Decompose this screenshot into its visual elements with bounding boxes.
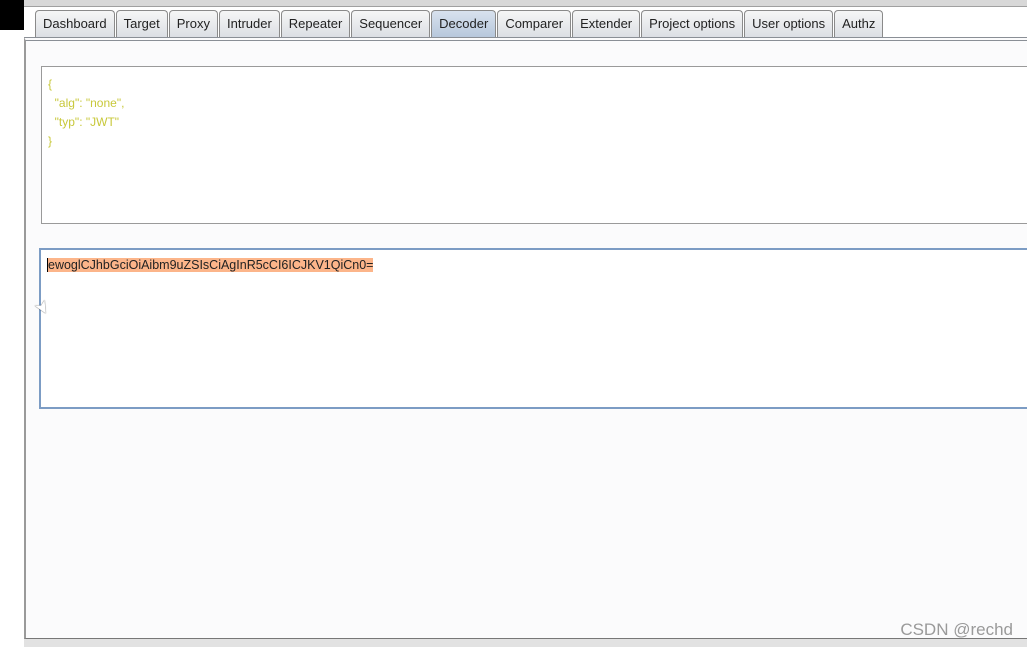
tab-repeater[interactable]: Repeater: [280, 10, 351, 37]
tab-intruder[interactable]: Intruder: [218, 10, 280, 37]
tab-dashboard[interactable]: Dashboard: [35, 10, 115, 37]
watermark: CSDN @rechd: [900, 620, 1013, 639]
tab-authz[interactable]: Authz: [834, 10, 884, 37]
tab-project-options[interactable]: Project options: [641, 10, 744, 37]
tab-sequencer[interactable]: Sequencer: [351, 10, 431, 37]
tab-decoder[interactable]: Decoder: [431, 10, 497, 37]
tab-extender[interactable]: Extender: [572, 10, 641, 37]
decoded-output-area[interactable]: { "alg": "none", "typ": "JWT" }: [41, 66, 1027, 224]
decoder-panel: { "alg": "none", "typ": "JWT" } ewoglCJh…: [24, 37, 1027, 639]
tab-proxy[interactable]: Proxy: [168, 10, 218, 37]
bottom-scrollbar[interactable]: [24, 639, 1027, 647]
tab-target[interactable]: Target: [115, 10, 168, 37]
window-top-bar: [24, 0, 1027, 7]
black-area: [0, 0, 24, 30]
main-tab-bar: Dashboard Target Proxy Intruder Repeater…: [35, 10, 884, 37]
tab-comparer[interactable]: Comparer: [497, 10, 572, 37]
selected-text[interactable]: ewoglCJhbGciOiAibm9uZSIsCiAgInR5cCI6ICJK…: [47, 258, 374, 272]
encoded-input-area[interactable]: ewoglCJhbGciOiAibm9uZSIsCiAgInR5cCI6ICJK…: [39, 248, 1027, 409]
tab-user-options[interactable]: User options: [744, 10, 834, 37]
